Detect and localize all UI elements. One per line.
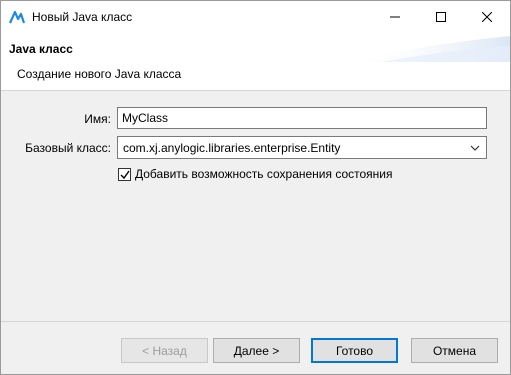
anylogic-icon xyxy=(8,9,26,25)
finish-button[interactable]: Готово xyxy=(311,338,398,363)
checkmark-icon xyxy=(120,170,130,179)
minimize-button[interactable] xyxy=(372,1,418,32)
name-input[interactable] xyxy=(117,107,487,129)
base-class-label: Базовый класс: xyxy=(25,141,111,155)
window-title: Новый Java класс xyxy=(32,10,133,24)
next-button[interactable]: Далее > xyxy=(213,338,300,363)
save-state-label[interactable]: Добавить возможность сохранения состояни… xyxy=(135,167,393,181)
minimize-icon xyxy=(390,16,400,17)
page-subtitle: Создание нового Java класса xyxy=(17,67,182,81)
base-class-combobox[interactable]: com.xj.anylogic.libraries.enterprise.Ent… xyxy=(117,136,487,159)
close-icon xyxy=(482,11,492,22)
dialog-window: Новый Java класс Java класс Создание нов… xyxy=(0,0,511,375)
maximize-icon xyxy=(436,11,446,22)
base-class-value: com.xj.anylogic.libraries.enterprise.Ent… xyxy=(123,141,341,155)
title-bar[interactable]: Новый Java класс xyxy=(1,1,510,32)
header-decoration xyxy=(350,36,510,62)
maximize-button[interactable] xyxy=(418,1,464,32)
close-button[interactable] xyxy=(464,1,510,32)
cancel-button[interactable]: Отмена xyxy=(411,338,498,363)
save-state-option[interactable]: Добавить возможность сохранения состояни… xyxy=(118,167,393,181)
page-title: Java класс xyxy=(9,42,73,56)
save-state-checkbox[interactable] xyxy=(118,167,131,181)
name-label: Имя: xyxy=(84,112,111,126)
back-button[interactable]: < Назад xyxy=(121,338,208,363)
wizard-header: Java класс Создание нового Java класса xyxy=(1,32,510,91)
chevron-down-icon[interactable] xyxy=(470,145,480,151)
